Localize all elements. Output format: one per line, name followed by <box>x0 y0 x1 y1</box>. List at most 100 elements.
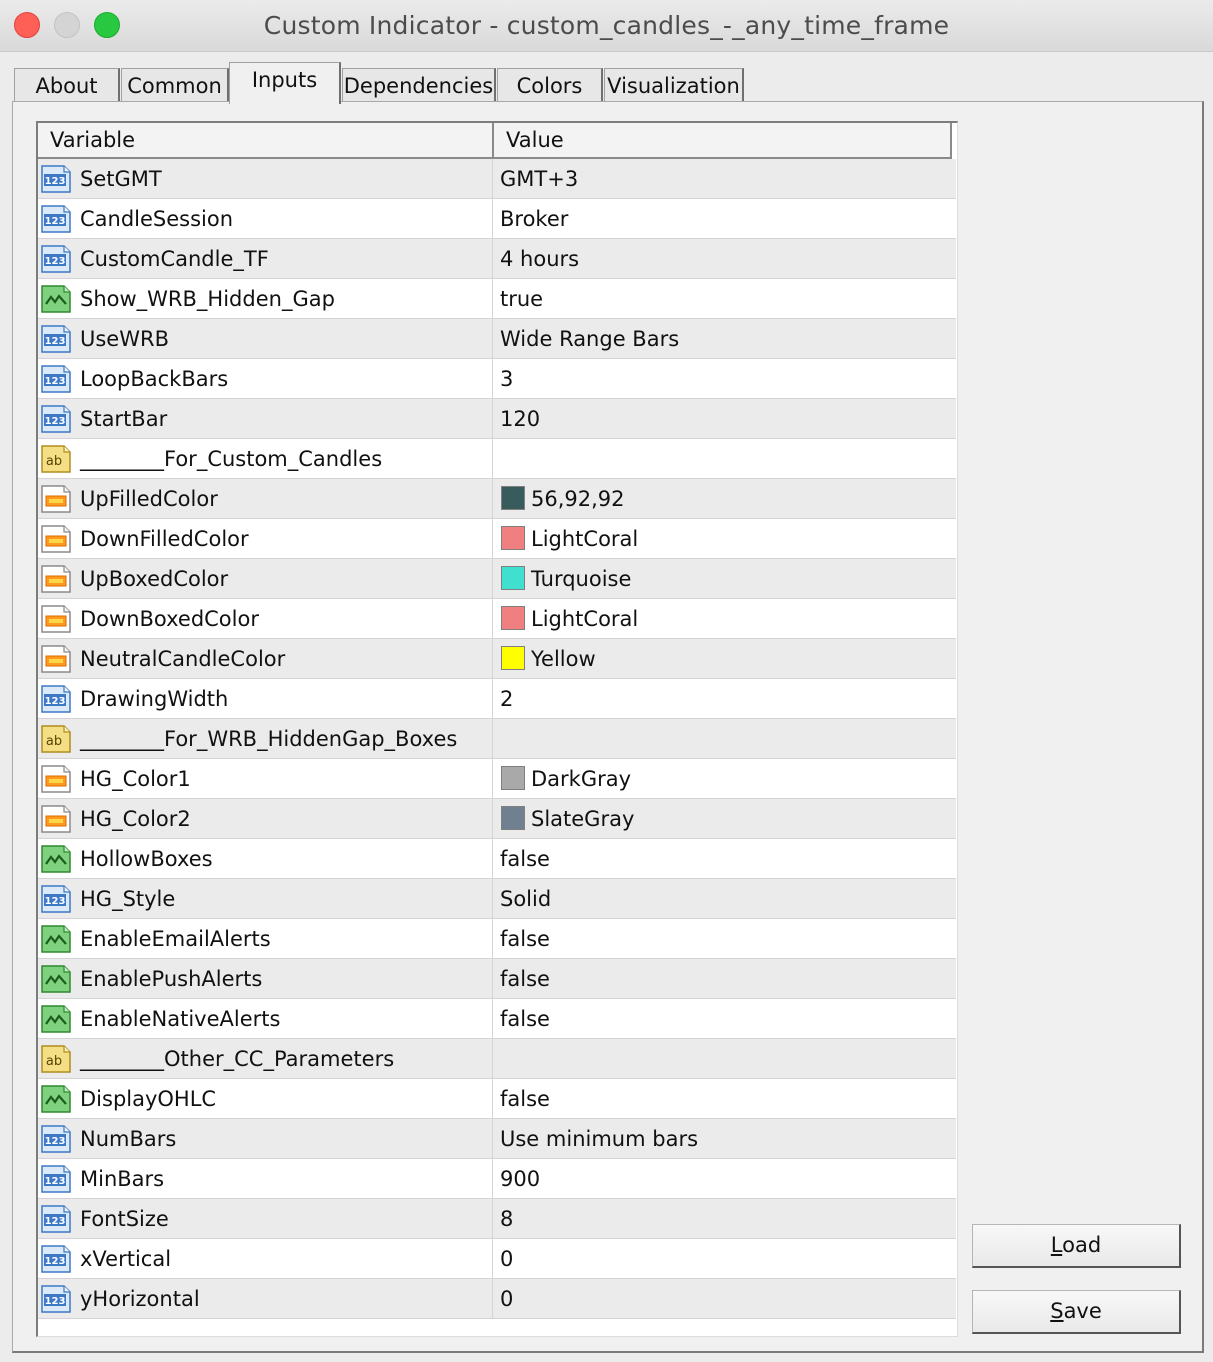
table-row[interactable]: ab ________Other_CC_Parameters <box>38 1039 956 1079</box>
variable-cell[interactable]: 123 SetGMT <box>38 159 493 198</box>
value-cell[interactable]: 120 <box>493 399 956 438</box>
value-cell[interactable]: GMT+3 <box>493 159 956 198</box>
table-row[interactable]: HollowBoxes false <box>38 839 956 879</box>
variable-cell[interactable]: 123 yHorizontal <box>38 1279 493 1318</box>
table-row[interactable]: 123 MinBars 900 <box>38 1159 956 1199</box>
value-cell[interactable]: 0 <box>493 1279 956 1318</box>
variable-cell[interactable]: ab ________For_Custom_Candles <box>38 439 493 478</box>
save-button[interactable]: Save <box>972 1290 1181 1334</box>
table-row[interactable]: NeutralCandleColor Yellow <box>38 639 956 679</box>
value-cell[interactable] <box>493 719 956 758</box>
table-row[interactable]: Show_WRB_Hidden_Gap true <box>38 279 956 319</box>
variable-cell[interactable]: EnablePushAlerts <box>38 959 493 998</box>
column-header-variable[interactable]: Variable <box>38 123 494 159</box>
tab-visualization[interactable]: Visualization <box>604 68 744 104</box>
tab-dependencies[interactable]: Dependencies <box>342 68 496 104</box>
table-row[interactable]: HG_Color2 SlateGray <box>38 799 956 839</box>
tab-inputs[interactable]: Inputs <box>229 62 341 104</box>
table-row[interactable]: ab ________For_WRB_HiddenGap_Boxes <box>38 719 956 759</box>
tab-about[interactable]: About <box>14 68 120 104</box>
variable-cell[interactable]: NeutralCandleColor <box>38 639 493 678</box>
value-cell[interactable]: false <box>493 919 956 958</box>
table-row[interactable]: HG_Color1 DarkGray <box>38 759 956 799</box>
value-cell[interactable]: Use minimum bars <box>493 1119 956 1158</box>
variable-cell[interactable]: EnableEmailAlerts <box>38 919 493 958</box>
table-row[interactable]: ab ________For_Custom_Candles <box>38 439 956 479</box>
table-row[interactable]: 123 yHorizontal 0 <box>38 1279 956 1319</box>
variable-cell[interactable]: HollowBoxes <box>38 839 493 878</box>
table-row[interactable]: DownFilledColor LightCoral <box>38 519 956 559</box>
variable-cell[interactable]: EnableNativeAlerts <box>38 999 493 1038</box>
table-row[interactable]: EnableEmailAlerts false <box>38 919 956 959</box>
variable-cell[interactable]: Show_WRB_Hidden_Gap <box>38 279 493 318</box>
load-button[interactable]: Load <box>972 1224 1181 1268</box>
table-row[interactable]: EnablePushAlerts false <box>38 959 956 999</box>
table-row[interactable]: 123 HG_Style Solid <box>38 879 956 919</box>
variable-cell[interactable]: 123 HG_Style <box>38 879 493 918</box>
variable-cell[interactable]: HG_Color1 <box>38 759 493 798</box>
value-cell[interactable]: 56,92,92 <box>493 479 956 518</box>
inputs-grid[interactable]: Variable Value 123 SetGMT GMT+3 123 CandleSe… <box>36 121 958 1337</box>
table-row[interactable]: 123 FontSize 8 <box>38 1199 956 1239</box>
variable-cell[interactable]: 123 xVertical <box>38 1239 493 1278</box>
table-row[interactable]: DisplayOHLC false <box>38 1079 956 1119</box>
table-row[interactable]: 123 CandleSession Broker <box>38 199 956 239</box>
variable-cell[interactable]: 123 StartBar <box>38 399 493 438</box>
variable-cell[interactable]: UpFilledColor <box>38 479 493 518</box>
value-cell[interactable]: SlateGray <box>493 799 956 838</box>
tab-common[interactable]: Common <box>121 68 229 104</box>
table-row[interactable]: 123 UseWRB Wide Range Bars <box>38 319 956 359</box>
value-cell[interactable]: Wide Range Bars <box>493 319 956 358</box>
table-row[interactable]: 123 NumBars Use minimum bars <box>38 1119 956 1159</box>
variable-name: LoopBackBars <box>80 367 229 391</box>
variable-cell[interactable]: ab ________For_WRB_HiddenGap_Boxes <box>38 719 493 758</box>
variable-cell[interactable]: 123 LoopBackBars <box>38 359 493 398</box>
title-bar[interactable]: Custom Indicator - custom_candles_-_any_… <box>0 0 1213 52</box>
value-cell[interactable]: false <box>493 999 956 1038</box>
variable-cell[interactable]: 123 NumBars <box>38 1119 493 1158</box>
variable-cell[interactable]: 123 FontSize <box>38 1199 493 1238</box>
table-row[interactable]: DownBoxedColor LightCoral <box>38 599 956 639</box>
value-cell[interactable]: true <box>493 279 956 318</box>
variable-cell[interactable]: ab ________Other_CC_Parameters <box>38 1039 493 1078</box>
value-cell[interactable]: false <box>493 839 956 878</box>
table-row[interactable]: 123 DrawingWidth 2 <box>38 679 956 719</box>
value-cell[interactable]: DarkGray <box>493 759 956 798</box>
table-row[interactable]: 123 CustomCandle_TF 4 hours <box>38 239 956 279</box>
variable-cell[interactable]: 123 CustomCandle_TF <box>38 239 493 278</box>
variable-cell[interactable]: DownBoxedColor <box>38 599 493 638</box>
table-row[interactable]: UpFilledColor 56,92,92 <box>38 479 956 519</box>
value-cell[interactable] <box>493 439 956 478</box>
value-cell[interactable] <box>493 1039 956 1078</box>
table-row[interactable]: 123 xVertical 0 <box>38 1239 956 1279</box>
value-cell[interactable]: 2 <box>493 679 956 718</box>
table-row[interactable]: UpBoxedColor Turquoise <box>38 559 956 599</box>
value-cell[interactable]: 0 <box>493 1239 956 1278</box>
value-cell[interactable]: 4 hours <box>493 239 956 278</box>
variable-cell[interactable]: DownFilledColor <box>38 519 493 558</box>
value-cell[interactable]: Solid <box>493 879 956 918</box>
value-cell[interactable]: 900 <box>493 1159 956 1198</box>
table-row[interactable]: 123 SetGMT GMT+3 <box>38 159 956 199</box>
variable-cell[interactable]: DisplayOHLC <box>38 1079 493 1118</box>
value-cell[interactable]: Yellow <box>493 639 956 678</box>
variable-cell[interactable]: 123 DrawingWidth <box>38 679 493 718</box>
table-row[interactable]: 123 LoopBackBars 3 <box>38 359 956 399</box>
table-row[interactable]: 123 StartBar 120 <box>38 399 956 439</box>
table-row[interactable]: EnableNativeAlerts false <box>38 999 956 1039</box>
column-header-value[interactable]: Value <box>494 123 952 159</box>
value-cell[interactable]: 3 <box>493 359 956 398</box>
variable-cell[interactable]: UpBoxedColor <box>38 559 493 598</box>
value-cell[interactable]: 8 <box>493 1199 956 1238</box>
value-cell[interactable]: false <box>493 959 956 998</box>
value-cell[interactable]: LightCoral <box>493 519 956 558</box>
value-cell[interactable]: Broker <box>493 199 956 238</box>
variable-cell[interactable]: 123 MinBars <box>38 1159 493 1198</box>
variable-cell[interactable]: 123 UseWRB <box>38 319 493 358</box>
variable-cell[interactable]: 123 CandleSession <box>38 199 493 238</box>
value-cell[interactable]: false <box>493 1079 956 1118</box>
value-cell[interactable]: LightCoral <box>493 599 956 638</box>
variable-cell[interactable]: HG_Color2 <box>38 799 493 838</box>
tab-colors[interactable]: Colors <box>497 68 603 104</box>
value-cell[interactable]: Turquoise <box>493 559 956 598</box>
